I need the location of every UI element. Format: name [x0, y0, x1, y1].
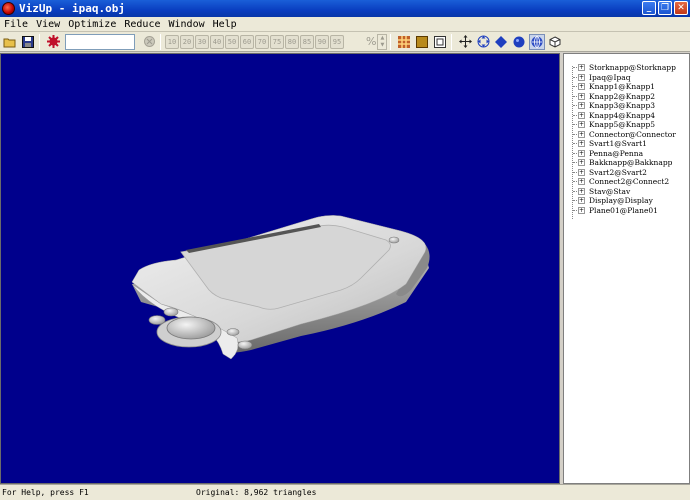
menu-bar: File View Optimize Reduce Window Help: [0, 17, 690, 32]
menu-optimize[interactable]: Optimize: [64, 19, 120, 30]
expand-icon[interactable]: +: [578, 178, 585, 185]
percent-label: %: [366, 35, 377, 48]
tree-item[interactable]: + Svart1@Svart1: [564, 139, 689, 149]
menu-file[interactable]: File: [0, 19, 32, 30]
expand-icon[interactable]: +: [578, 206, 585, 214]
expand-icon[interactable]: +: [578, 187, 585, 195]
tree-item[interactable]: + Knapp5@Knapp5: [564, 120, 689, 130]
ipaq-3d-model: [131, 215, 430, 360]
grid-pattern-icon[interactable]: [396, 34, 412, 50]
object-tree: + Storknapp@Storknapp + Ipaq@Ipaq + Knapp1@…: [564, 54, 689, 219]
reduce-75-button[interactable]: 75: [270, 34, 284, 49]
menu-help[interactable]: Help: [209, 19, 241, 30]
settings-gear-icon[interactable]: [45, 34, 61, 50]
restore-button[interactable]: ❐: [658, 1, 672, 15]
tree-item[interactable]: + Bakknapp@Bakknapp: [564, 158, 689, 168]
open-folder-icon[interactable]: [2, 34, 18, 50]
pan-icon[interactable]: [475, 34, 491, 50]
tree-item[interactable]: + Stav@Stav: [564, 187, 689, 197]
menu-view[interactable]: View: [32, 19, 64, 30]
expand-icon[interactable]: +: [578, 121, 585, 128]
window-title: VizUp - ipaq.obj: [19, 2, 125, 15]
toolbar-separator: [160, 33, 161, 50]
tree-item[interactable]: + Storknapp@Storknapp: [564, 63, 689, 73]
expand-icon[interactable]: +: [578, 102, 585, 109]
menu-window[interactable]: Window: [164, 19, 208, 30]
diamond-icon[interactable]: [493, 34, 509, 50]
expand-icon[interactable]: +: [578, 64, 585, 71]
expand-icon[interactable]: +: [578, 168, 585, 176]
cancel-icon[interactable]: [141, 34, 157, 50]
app-icon: [2, 2, 15, 15]
window-controls: _ ❐ ✕: [642, 1, 688, 15]
reduce-40-button[interactable]: 40: [210, 34, 224, 49]
toolbar-separator: [451, 33, 453, 50]
move-icon[interactable]: [457, 34, 473, 50]
reduce-95-button[interactable]: 95: [330, 34, 344, 49]
expand-icon[interactable]: +: [578, 149, 585, 157]
solid-box-icon[interactable]: [414, 34, 430, 50]
tree-item[interactable]: + Penna@Penna: [564, 149, 689, 159]
3d-viewport[interactable]: [0, 53, 560, 484]
object-tree-panel: + Storknapp@Storknapp + Ipaq@Ipaq + Knapp1@…: [563, 53, 690, 484]
reduce-90-button[interactable]: 90: [315, 34, 329, 49]
expand-icon[interactable]: +: [578, 83, 585, 90]
reduce-80-button[interactable]: 80: [285, 34, 299, 49]
reduce-70-button[interactable]: 70: [255, 34, 269, 49]
status-bar: For Help, press F1 Original: 8,962 trian…: [0, 484, 690, 500]
tree-item[interactable]: + Knapp3@Knapp3: [564, 101, 689, 111]
expand-icon[interactable]: +: [578, 159, 585, 166]
sphere-icon[interactable]: [511, 34, 527, 50]
tree-item[interactable]: + Knapp4@Knapp4: [564, 111, 689, 121]
status-help-text: For Help, press F1: [2, 488, 89, 497]
reduce-50-button[interactable]: 50: [225, 34, 239, 49]
tree-item[interactable]: + Plane01@Plane01: [564, 206, 689, 216]
expand-icon[interactable]: +: [578, 92, 585, 100]
tree-item[interactable]: + Knapp1@Knapp1: [564, 82, 689, 92]
status-triangle-count: Original: 8,962 triangles: [196, 488, 317, 497]
menu-reduce[interactable]: Reduce: [120, 19, 164, 30]
tree-item[interactable]: + Display@Display: [564, 196, 689, 206]
expand-icon[interactable]: +: [578, 197, 585, 204]
reduce-30-button[interactable]: 30: [195, 34, 209, 49]
expand-icon[interactable]: +: [578, 140, 585, 147]
tree-item[interactable]: + Connect2@Connect2: [564, 177, 689, 187]
globe-icon[interactable]: [529, 33, 546, 50]
frame-icon[interactable]: [432, 34, 448, 50]
reduce-60-button[interactable]: 60: [240, 34, 254, 49]
title-bar: VizUp - ipaq.obj _ ❐ ✕: [0, 0, 690, 17]
cube-icon[interactable]: [547, 34, 563, 50]
minimize-button[interactable]: _: [642, 1, 656, 15]
toolbar-separator: [39, 33, 40, 50]
triangle-count-input[interactable]: [65, 33, 135, 50]
save-icon[interactable]: [20, 34, 36, 50]
tree-item[interactable]: + Knapp2@Knapp2: [564, 92, 689, 102]
tree-item[interactable]: + Connector@Connector: [564, 130, 689, 140]
toolbar-separator: [390, 33, 392, 50]
reduce-20-button[interactable]: 20: [180, 34, 194, 49]
toolbar: 10 20 30 40 50 60 70 75 80 85 90 95 % ▲ ▼: [0, 32, 690, 52]
expand-icon[interactable]: +: [578, 111, 585, 119]
expand-icon[interactable]: +: [578, 73, 585, 81]
tree-item[interactable]: + Ipaq@Ipaq: [564, 73, 689, 83]
expand-icon[interactable]: +: [578, 130, 585, 138]
close-button[interactable]: ✕: [674, 1, 688, 15]
tree-item[interactable]: + Svart2@Svart2: [564, 168, 689, 178]
percent-spinner[interactable]: ▲ ▼: [377, 33, 388, 50]
reduce-10-button[interactable]: 10: [165, 34, 179, 49]
reduce-85-button[interactable]: 85: [300, 34, 314, 49]
